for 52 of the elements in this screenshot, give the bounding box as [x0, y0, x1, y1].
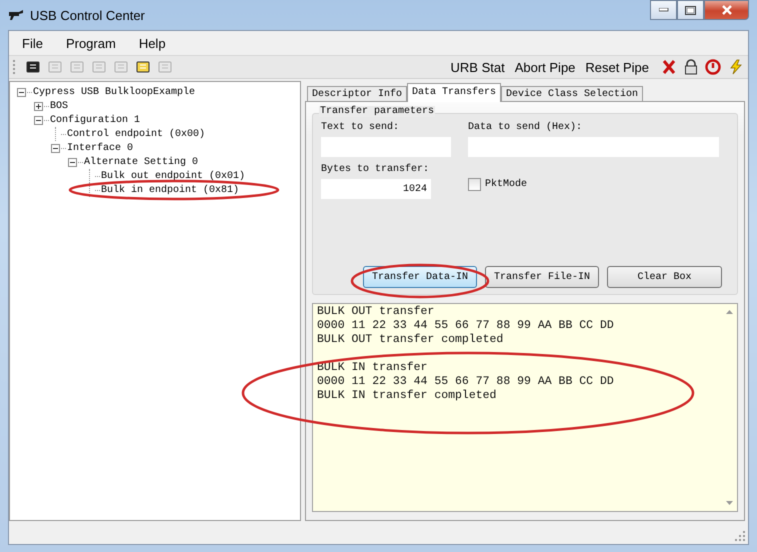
tree-item[interactable]: Bulk in endpoint (0x81) [101, 184, 240, 196]
checkbox[interactable] [468, 178, 481, 191]
stop-icon[interactable] [705, 59, 721, 75]
action-button[interactable]: Clear Box [607, 266, 722, 288]
tree-item[interactable]: Interface 0 [67, 142, 134, 154]
collapse-toggle[interactable] [51, 144, 60, 152]
restore-icon [685, 6, 696, 14]
tab[interactable]: Descriptor Info [307, 86, 408, 101]
log-line: BULK IN transfer completed [317, 389, 498, 403]
tree-item[interactable]: BOS [50, 100, 68, 112]
collapse-toggle[interactable] [17, 88, 26, 96]
menu-item[interactable]: File [9, 36, 53, 50]
menu-item[interactable]: Help [126, 36, 176, 50]
tree-item[interactable]: Cypress USB BulkloopExample [33, 86, 196, 98]
close-icon [720, 5, 732, 15]
tree-item[interactable]: Bulk out endpoint (0x01) [101, 170, 246, 182]
tree-item[interactable]: Configuration 1 [50, 114, 140, 126]
window-title: USB Control Center [30, 8, 145, 22]
field-label: Data to send (Hex): [468, 122, 584, 133]
checkbox-label: PktMode [485, 179, 528, 190]
toolbar-button[interactable]: Reset Pipe [580, 60, 654, 74]
bytes-field[interactable]: 1024 [321, 179, 431, 199]
menu-item[interactable]: Program [52, 36, 126, 50]
close-button[interactable] [704, 0, 749, 20]
resize-grip-icon[interactable] [735, 531, 745, 541]
lightning-icon[interactable] [728, 59, 744, 75]
app-icon [8, 9, 24, 21]
action-button[interactable]: Transfer File-IN [485, 266, 600, 288]
scroll-up-arrow-icon[interactable] [726, 310, 732, 314]
collapse-toggle[interactable] [68, 158, 77, 166]
scroll-down-arrow-icon[interactable] [726, 501, 732, 505]
minimize-button[interactable] [650, 0, 677, 20]
field-label: Bytes to transfer: [321, 164, 430, 175]
tab[interactable]: Device Class Selection [501, 86, 644, 101]
field-label: Text to send: [321, 122, 400, 133]
toolbar-button[interactable]: Abort Pipe [510, 60, 580, 74]
tab[interactable]: Data Transfers [407, 83, 502, 102]
action-button[interactable]: Transfer Data-IN [363, 266, 478, 288]
tree-item[interactable]: Control endpoint (0x00) [67, 128, 206, 140]
lock-icon[interactable] [684, 59, 698, 75]
collapse-toggle[interactable] [34, 116, 43, 124]
maximize-button[interactable] [677, 0, 704, 20]
toolbar-button[interactable]: URB Stat [446, 60, 510, 74]
log-line: BULK OUT transfer completed [317, 333, 504, 347]
log-line: 0000 11 22 33 44 55 66 77 88 99 AA BB CC DD [317, 375, 615, 389]
log-line: BULK OUT transfer [317, 305, 436, 319]
expand-toggle[interactable] [34, 102, 43, 110]
tree-item[interactable]: Alternate Setting 0 [84, 156, 198, 168]
group-title: Transfer parameters [319, 106, 436, 117]
log-line: 0000 11 22 33 44 55 66 77 88 99 AA BB CC DD [317, 319, 615, 333]
minimize-icon [658, 8, 668, 12]
cross-icon[interactable] [661, 59, 677, 75]
